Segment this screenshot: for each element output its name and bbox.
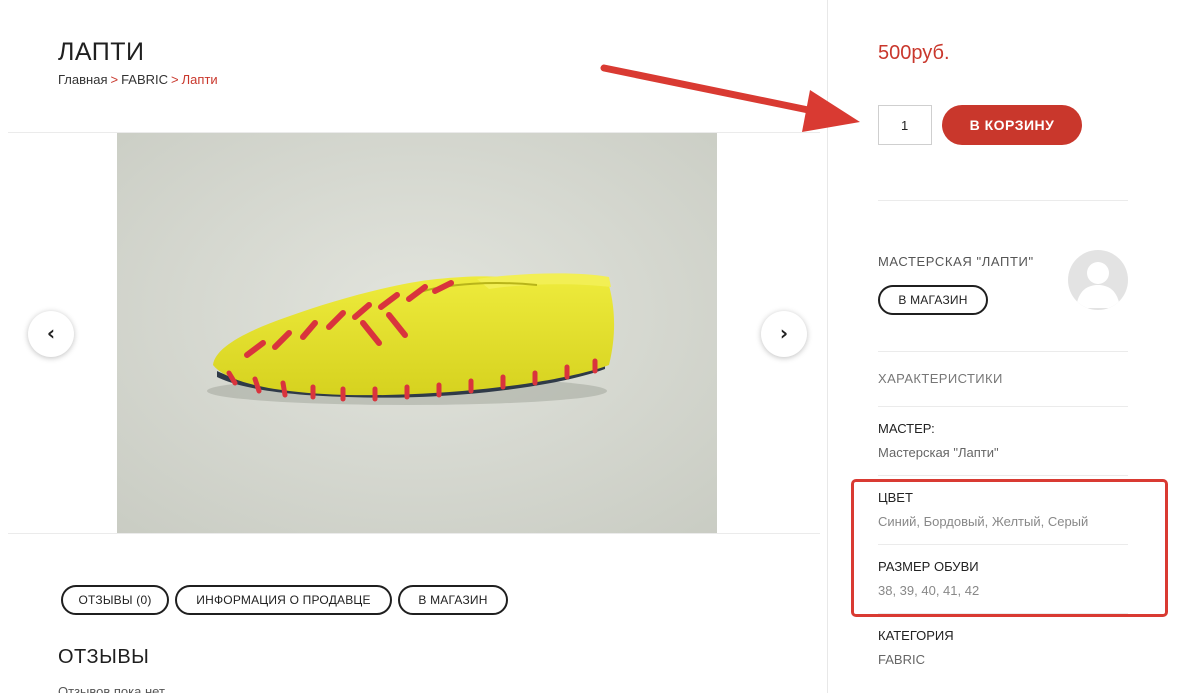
annotation-arrow-icon bbox=[600, 64, 860, 132]
attr-category-value: FABRIC bbox=[878, 652, 925, 667]
breadcrumb: Главная > FABRIC > Лапти bbox=[58, 72, 218, 87]
attr-category-label: КАТЕГОРИЯ bbox=[878, 628, 954, 643]
characteristics-heading: ХАРАКТЕРИСТИКИ bbox=[878, 371, 1003, 386]
chevron-right-icon: › bbox=[779, 321, 789, 345]
product-image bbox=[117, 133, 717, 533]
gallery-divider bbox=[8, 533, 820, 534]
breadcrumb-separator: > bbox=[171, 72, 179, 87]
chevron-left-icon: ‹ bbox=[46, 321, 56, 345]
reviews-empty-text: Отзывов пока нет. bbox=[58, 684, 168, 693]
reviews-heading: ОТЗЫВЫ bbox=[58, 646, 150, 668]
gallery-next-button[interactable]: › bbox=[761, 311, 807, 357]
attr-master-value: Мастерская "Лапти" bbox=[878, 445, 999, 460]
vendor-store-button[interactable]: В МАГАЗИН bbox=[878, 285, 988, 315]
product-price: 500руб. bbox=[878, 42, 950, 64]
gallery-prev-button[interactable]: ‹ bbox=[28, 311, 74, 357]
default-user-avatar-icon bbox=[1068, 250, 1128, 310]
breadcrumb-current: Лапти bbox=[181, 72, 218, 87]
page-title: ЛАПТИ bbox=[58, 38, 145, 66]
attr-divider bbox=[878, 475, 1128, 476]
breadcrumb-home-link[interactable]: Главная bbox=[58, 72, 107, 87]
tab-reviews[interactable]: ОТЗЫВЫ (0) bbox=[61, 585, 169, 615]
breadcrumb-category-link[interactable]: FABRIC bbox=[121, 72, 168, 87]
vendor-divider bbox=[878, 351, 1128, 352]
characteristics-divider bbox=[878, 406, 1128, 407]
add-to-cart-button[interactable]: В КОРЗИНУ bbox=[942, 105, 1082, 145]
attr-master-label: МАСТЕР: bbox=[878, 421, 935, 436]
vendor-name: МАСТЕРСКАЯ "ЛАПТИ" bbox=[878, 254, 1034, 269]
tab-vendor-info[interactable]: ИНФОРМАЦИЯ О ПРОДАВЦЕ bbox=[175, 585, 392, 615]
breadcrumb-separator: > bbox=[110, 72, 119, 87]
cart-divider bbox=[878, 200, 1128, 201]
quantity-input[interactable] bbox=[878, 105, 932, 145]
yellow-felt-shoe-image bbox=[117, 133, 717, 533]
annotation-highlight-box bbox=[851, 479, 1168, 617]
tab-store[interactable]: В МАГАЗИН bbox=[398, 585, 508, 615]
